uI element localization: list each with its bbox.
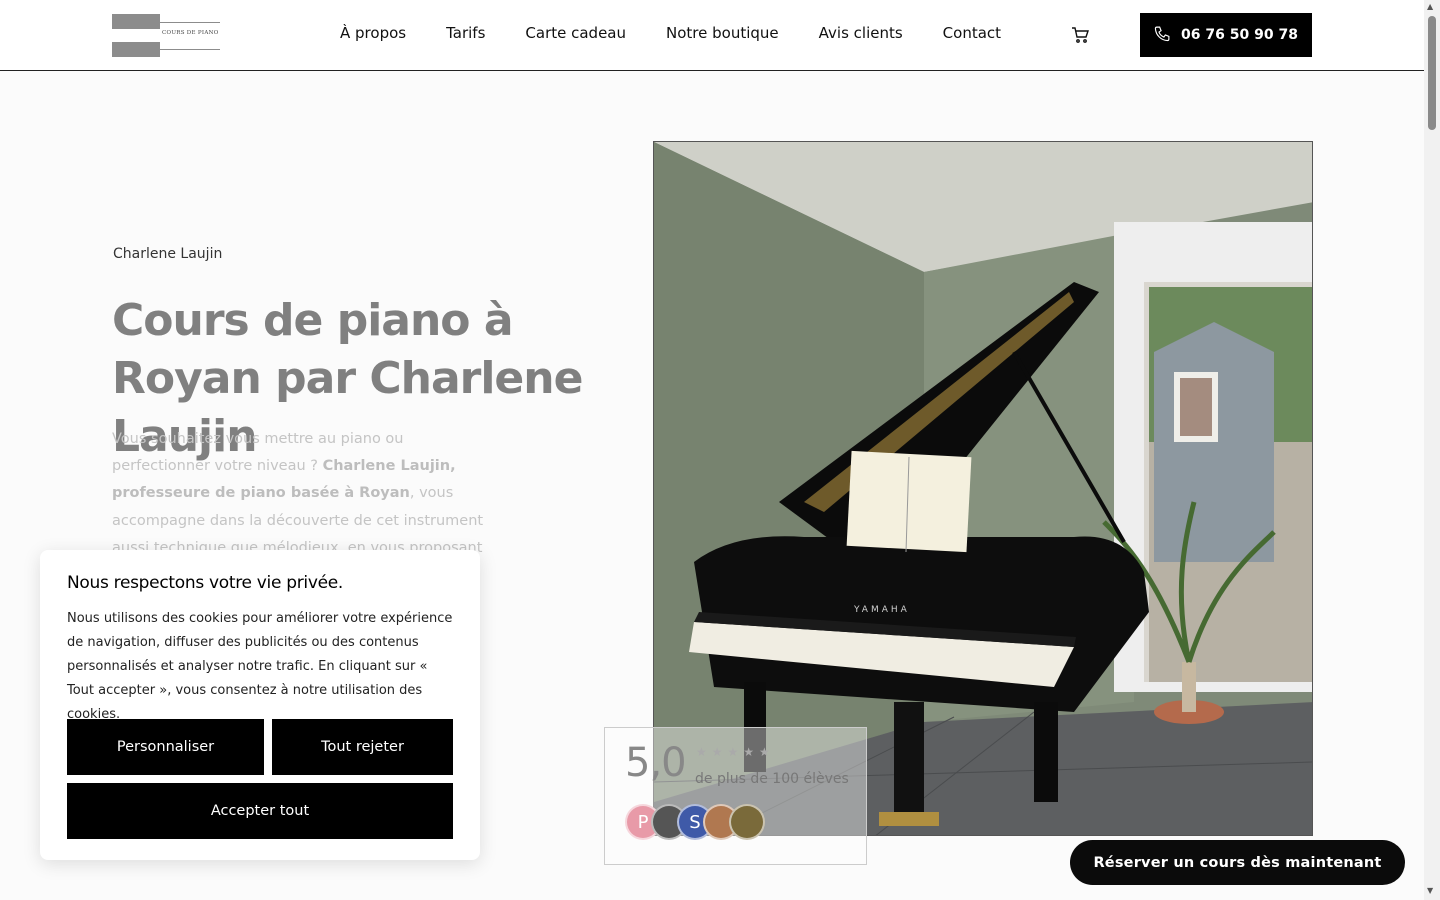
reject-all-button[interactable]: Tout rejeter <box>272 719 453 775</box>
scroll-up-icon[interactable]: ▲ <box>1427 2 1433 11</box>
nav-item-boutique[interactable]: Notre boutique <box>666 24 779 42</box>
nav-item-contact[interactable]: Contact <box>943 24 1001 42</box>
rating-caption: de plus de 100 élèves <box>695 771 849 787</box>
rating-stars: ★★★★★ <box>696 745 775 759</box>
cookie-title: Nous respectons votre vie privée. <box>67 573 344 593</box>
rating-card: 5,0 ★★★★★ de plus de 100 élèves P S <box>604 727 867 865</box>
logo-line <box>112 22 220 23</box>
reserve-button[interactable]: Réserver un cours dès maintenant <box>1070 840 1405 885</box>
scrollbar[interactable]: ▲ ▼ <box>1424 0 1440 900</box>
cookie-banner: Nous respectons votre vie privée. Nous u… <box>40 550 480 860</box>
accept-all-button[interactable]: Accepter tout <box>67 783 453 839</box>
cart-icon[interactable] <box>1071 26 1089 44</box>
hero-eyebrow: Charlene Laujin <box>113 246 223 262</box>
main-nav: À propos Tarifs Carte cadeau Notre bouti… <box>340 24 1001 42</box>
piano-brand: YAMAHA <box>853 605 910 615</box>
customize-button[interactable]: Personnaliser <box>67 719 264 775</box>
phone-button[interactable]: 06 76 50 90 78 <box>1140 13 1312 57</box>
logo-line <box>112 49 220 50</box>
nav-item-tarifs[interactable]: Tarifs <box>446 24 485 42</box>
nav-item-a-propos[interactable]: À propos <box>340 24 406 42</box>
site-header: COURS DE PIANO À propos Tarifs Carte cad… <box>0 0 1424 71</box>
nav-item-avis-clients[interactable]: Avis clients <box>819 24 903 42</box>
nav-item-carte-cadeau[interactable]: Carte cadeau <box>525 24 626 42</box>
cookie-text: Nous utilisons des cookies pour améliore… <box>67 611 453 722</box>
avatar <box>729 804 765 840</box>
logo[interactable]: COURS DE PIANO <box>112 14 222 58</box>
phone-icon <box>1154 25 1171 46</box>
rating-score: 5,0 <box>625 740 687 786</box>
phone-number: 06 76 50 90 78 <box>1181 27 1298 43</box>
scroll-down-icon[interactable]: ▼ <box>1427 886 1433 895</box>
scroll-thumb[interactable] <box>1428 16 1436 130</box>
logo-text: COURS DE PIANO <box>162 30 219 36</box>
